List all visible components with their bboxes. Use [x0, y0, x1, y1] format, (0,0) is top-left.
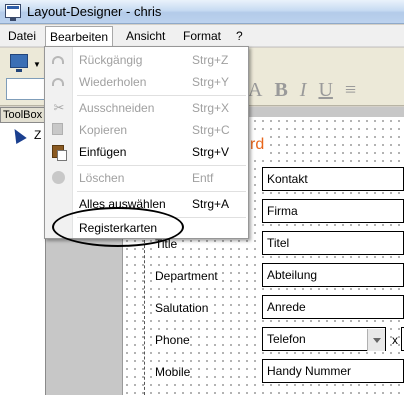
field-handy[interactable]: Handy Nummer [262, 359, 404, 383]
menu-item-copy[interactable]: Kopieren Strg+C [45, 119, 248, 141]
menu-item-label: Rückgängig [79, 53, 143, 67]
label-phone[interactable]: Phone [155, 332, 190, 348]
toolbox-item-label[interactable]: Z [34, 128, 41, 142]
chevron-down-icon[interactable] [367, 329, 385, 351]
undo-icon [52, 56, 64, 64]
menu-datei[interactable]: Datei [4, 28, 40, 45]
field-anrede[interactable]: Anrede [262, 295, 404, 319]
paste-icon [52, 145, 67, 161]
align-icon[interactable]: ≡ [345, 79, 356, 102]
menu-item-shortcut: Strg+C [192, 123, 230, 137]
menu-separator [77, 95, 246, 96]
menu-bearbeiten[interactable]: Bearbeiten [45, 26, 114, 47]
redo-icon [52, 78, 64, 86]
format-toolbar: A B I U ≡ [248, 79, 368, 102]
field-firma[interactable]: Firma [262, 199, 404, 223]
title-bar: Layout-Designer - chris [0, 0, 404, 24]
menu-item-label: Ausschneiden [79, 101, 155, 115]
chevron-down-icon[interactable]: ▼ [33, 60, 41, 69]
bold-icon[interactable]: B [274, 79, 287, 102]
menu-separator [77, 165, 246, 166]
menu-item-shortcut: Entf [192, 171, 214, 185]
menu-item-registerkarten[interactable]: Registerkarten [45, 217, 248, 239]
cut-icon: ✂ [53, 100, 65, 115]
window-title: Layout-Designer - chris [27, 4, 162, 19]
menu-item-label: Registerkarten [79, 221, 158, 235]
field-abteilung[interactable]: Abteilung [262, 263, 404, 287]
menu-item-label: Kopieren [79, 123, 128, 137]
menu-item-delete[interactable]: Löschen Entf [45, 167, 248, 189]
menu-item-paste[interactable]: Einfügen Strg+V [45, 141, 248, 163]
menu-item-redo[interactable]: Wiederholen Strg+Y [45, 71, 248, 93]
italic-icon[interactable]: I [300, 79, 307, 102]
font-color-icon[interactable]: A [248, 79, 262, 102]
label-phone-extension[interactable]: x [392, 333, 398, 347]
menu-item-shortcut: Strg+A [192, 197, 230, 211]
menu-format[interactable]: Format [179, 28, 225, 45]
edit-menu-dropdown: Rückgängig Strg+Z Wiederholen Strg+Y ✂ A… [44, 46, 249, 239]
menu-item-select-all[interactable]: Alles auswählen Strg+A [45, 193, 248, 215]
menu-item-label: Löschen [79, 171, 125, 185]
menu-item-shortcut: Strg+Z [192, 53, 229, 67]
menu-help[interactable]: ? [232, 28, 247, 45]
toolbox-panel [0, 123, 46, 395]
underline-icon[interactable]: U [318, 79, 332, 102]
label-salutation[interactable]: Salutation [155, 300, 209, 316]
form-heading[interactable]: rd [250, 136, 265, 154]
menu-item-shortcut: Strg+X [192, 101, 230, 115]
field-titel[interactable]: Titel [262, 231, 404, 255]
toolbox-header: ToolBox [0, 107, 46, 123]
monitor-icon [5, 4, 21, 21]
font-combo[interactable] [6, 78, 46, 100]
label-department[interactable]: Department [155, 268, 218, 284]
label-mobile[interactable]: Mobile [155, 364, 191, 380]
menu-item-label: Einfügen [79, 145, 127, 159]
menu-item-undo[interactable]: Rückgängig Strg+Z [45, 49, 248, 71]
menu-bar: Datei Bearbeiten Ansicht Format ? [0, 25, 404, 47]
copy-icon [52, 123, 63, 135]
menu-item-shortcut: Strg+Y [192, 75, 230, 89]
menu-ansicht[interactable]: Ansicht [122, 28, 169, 45]
menu-item-cut[interactable]: ✂ Ausschneiden Strg+X [45, 97, 248, 119]
menu-item-label: Alles auswählen [79, 197, 166, 211]
delete-icon [52, 171, 65, 184]
field-kontakt[interactable]: Kontakt [262, 167, 404, 191]
frame-guide [144, 240, 145, 395]
menu-item-label: Wiederholen [79, 75, 147, 89]
view-monitor-icon[interactable] [10, 54, 28, 72]
menu-item-shortcut: Strg+V [192, 145, 230, 159]
menu-separator [77, 191, 246, 192]
